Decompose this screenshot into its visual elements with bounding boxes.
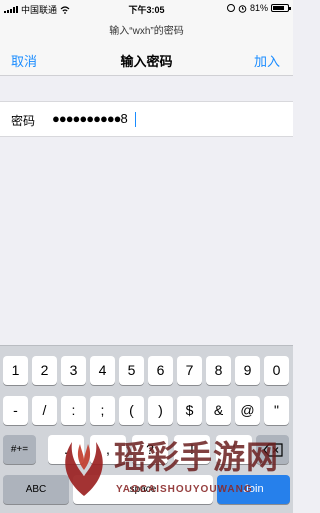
- alarm-icon: [238, 4, 247, 13]
- backspace-icon: [262, 443, 283, 457]
- join-key[interactable]: Join: [217, 475, 290, 504]
- key-8[interactable]: 8: [206, 356, 231, 385]
- key-symbol[interactable]: :: [61, 396, 86, 425]
- key-6[interactable]: 6: [148, 356, 173, 385]
- key-0[interactable]: 0: [264, 356, 289, 385]
- key-symbol[interactable]: ": [264, 396, 289, 425]
- key-symbol[interactable]: ;: [90, 396, 115, 425]
- battery-icon: [271, 4, 291, 12]
- key-4[interactable]: 4: [90, 356, 115, 385]
- more-symbols-key[interactable]: #+=: [3, 435, 36, 464]
- password-row[interactable]: 密码 ●●●●●●●●●●8: [0, 101, 293, 137]
- key-symbol[interactable]: @: [235, 396, 260, 425]
- key-symbol[interactable]: /: [32, 396, 57, 425]
- key-punctuation[interactable]: .: [48, 435, 84, 464]
- key-symbol[interactable]: $: [177, 396, 202, 425]
- status-bar: 中国联通 下午3:05 81%: [0, 0, 293, 16]
- password-input[interactable]: ●●●●●●●●●●8: [52, 111, 128, 126]
- key-2[interactable]: 2: [32, 356, 57, 385]
- key-symbol[interactable]: ): [148, 396, 173, 425]
- key-symbol[interactable]: -: [3, 396, 28, 425]
- page-title: 输入密码: [120, 54, 173, 69]
- key-7[interactable]: 7: [177, 356, 202, 385]
- key-punctuation[interactable]: ': [216, 435, 252, 464]
- nav-bar: 取消 输入密码 加入: [0, 46, 293, 70]
- status-right: 81%: [226, 3, 291, 13]
- password-label: 密码: [11, 114, 36, 128]
- battery-percent: 81%: [249, 3, 268, 13]
- key-punctuation[interactable]: ,: [90, 435, 126, 464]
- abc-key[interactable]: ABC: [3, 475, 69, 504]
- key-punctuation[interactable]: !: [174, 435, 210, 464]
- text-cursor: [135, 112, 136, 127]
- keyboard: 1 2 3 4 5 6 7 8 9 0 - /:;() $ & @ " #+=.,?! ' ABC space Join: [0, 345, 293, 513]
- space-key[interactable]: space: [73, 475, 213, 504]
- key-1[interactable]: 1: [3, 356, 28, 385]
- key-symbol[interactable]: &: [206, 396, 231, 425]
- join-network-button[interactable]: 加入: [254, 51, 280, 70]
- key-punctuation[interactable]: ?: [132, 435, 168, 464]
- key-3[interactable]: 3: [61, 356, 86, 385]
- key-symbol[interactable]: (: [119, 396, 144, 425]
- delete-key[interactable]: [256, 435, 289, 464]
- rotation-lock-icon: [226, 4, 235, 12]
- battery-fill: [273, 6, 285, 10]
- password-prompt: 输入“wxh”的密码: [109, 26, 184, 37]
- nav-header: 输入“wxh”的密码 取消 输入密码 加入: [0, 16, 293, 76]
- key-9[interactable]: 9: [235, 356, 260, 385]
- key-5[interactable]: 5: [119, 356, 144, 385]
